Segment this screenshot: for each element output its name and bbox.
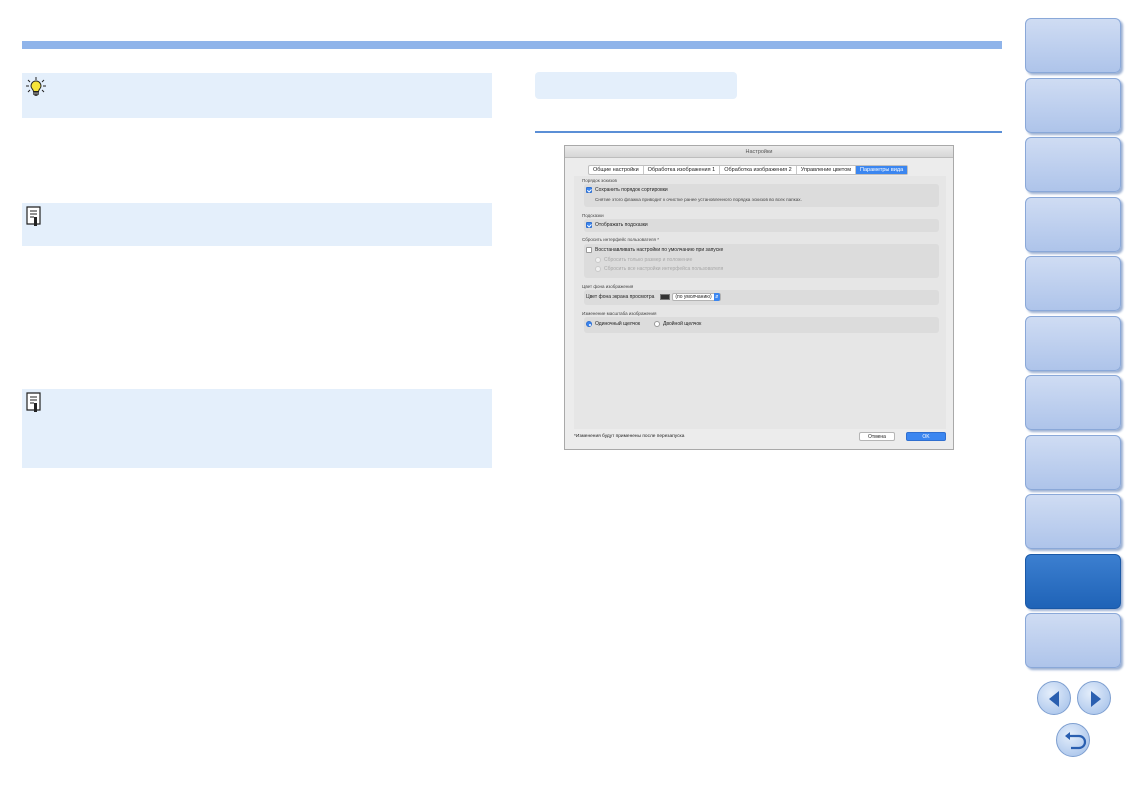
bg-color-swatch[interactable] [660,294,671,300]
zoom-single-click-label: Одиночный щелчок [595,321,641,327]
bg-color-heading: Цвет фона изображения [582,284,634,289]
tooltips-group: Отображать подсказки [584,219,939,232]
cancel-button[interactable]: Отмена [859,432,895,441]
tab-image-processing-1[interactable]: Обработка изображения 1 [644,166,721,174]
bg-color-label: Цвет фона экрана просмотра [586,294,655,300]
dialog-content: Порядок эскизов Сохранить порядок сортир… [574,176,946,429]
keep-sort-order-description: Снятие этого флажка приводит к очистке р… [595,197,802,202]
tab-color-management[interactable]: Управление цветом [797,166,857,174]
nav-tab-2[interactable] [1025,78,1121,133]
dialog-title: Настройки [565,146,953,158]
next-page-button[interactable] [1077,681,1111,715]
memo-icon [26,206,41,226]
zoom-double-click-radio[interactable] [654,321,660,327]
tab-image-processing-2[interactable]: Обработка изображения 2 [720,166,797,174]
nav-tab-8[interactable] [1025,435,1121,490]
reset-all-ui-radio [595,266,601,272]
thumbnail-order-group: Сохранить порядок сортировки Снятие этог… [584,184,939,207]
header-bar [22,41,1002,49]
show-tooltips-checkbox[interactable] [586,222,592,228]
restore-defaults-checkbox[interactable] [586,247,592,253]
lightbulb-icon [26,77,46,96]
return-button[interactable] [1056,723,1090,757]
keep-sort-order-checkbox[interactable] [586,187,592,193]
zoom-double-click-label: Двойной щелчок [663,321,702,327]
zoom-single-click-radio[interactable] [586,321,592,327]
reset-size-position-label: Сбросить только размер и положение [604,257,693,263]
zoom-group: Одиночный щелчок Двойной щелчок [584,317,939,333]
tab-general[interactable]: Общие настройки [589,166,644,174]
nav-tab-6[interactable] [1025,316,1121,371]
nav-tab-4[interactable] [1025,197,1121,252]
section-divider [535,131,1002,133]
keep-sort-order-label: Сохранить порядок сортировки [595,187,668,193]
show-tooltips-row[interactable]: Отображать подсказки [586,222,648,228]
nav-tab-5[interactable] [1025,256,1121,311]
bg-color-group: Цвет фона экрана просмотра (по умолчанию… [584,290,939,305]
bg-color-dropdown-value: (по умолчанию) [675,294,712,300]
reset-size-position-radio [595,257,601,263]
memo-note-box [22,203,492,246]
nav-tab-9[interactable] [1025,494,1121,549]
memo-icon [26,392,41,412]
nav-tab-11[interactable] [1025,613,1121,668]
tooltips-heading: Подсказки [582,213,604,218]
keep-sort-order-row[interactable]: Сохранить порядок сортировки [586,187,668,193]
reset-all-ui-row: Сбросить все настройки интерфейса пользо… [595,266,723,272]
nav-tab-1[interactable] [1025,18,1121,73]
chevron-updown-icon: ⇵ [713,293,720,301]
return-icon [1065,732,1087,750]
nav-tab-3[interactable] [1025,137,1121,192]
nav-tab-7[interactable] [1025,375,1121,430]
zoom-single-click-row[interactable]: Одиночный щелчок [586,321,640,327]
tip-note-box [22,73,492,118]
zoom-double-click-row[interactable]: Двойной щелчок [654,321,701,327]
restore-defaults-label: Восстанавливать настройки по умолчанию п… [595,247,724,253]
bg-color-dropdown[interactable]: (по умолчанию) ⇵ [672,293,721,301]
zoom-heading: Изменение масштаба изображения [582,311,657,316]
dialog-tabs: Общие настройки Обработка изображения 1 … [588,165,909,175]
reset-size-position-row: Сбросить только размер и положение [595,257,692,263]
restart-note: *Изменения будут применены после перезап… [574,434,685,439]
nav-tab-10-active[interactable] [1025,554,1121,609]
thumbnail-order-heading: Порядок эскизов [582,178,617,183]
reset-all-ui-label: Сбросить все настройки интерфейса пользо… [604,266,724,272]
arrow-left-icon [1049,691,1059,707]
section-heading-box [535,72,737,99]
reset-ui-group: Восстанавливать настройки по умолчанию п… [584,244,939,278]
bg-color-row: Цвет фона экрана просмотра (по умолчанию… [586,293,721,301]
previous-page-button[interactable] [1037,681,1071,715]
show-tooltips-label: Отображать подсказки [595,222,648,228]
ok-button[interactable]: OK [906,432,946,441]
restore-defaults-row[interactable]: Восстанавливать настройки по умолчанию п… [586,247,723,253]
reset-ui-heading: Сбросить интерфейс пользователя * [582,237,659,242]
preferences-dialog: Настройки Общие настройки Обработка изоб… [564,145,954,450]
arrow-right-icon [1091,691,1101,707]
memo-note-box [22,389,492,468]
tab-view-settings[interactable]: Параметры вида [856,166,908,174]
